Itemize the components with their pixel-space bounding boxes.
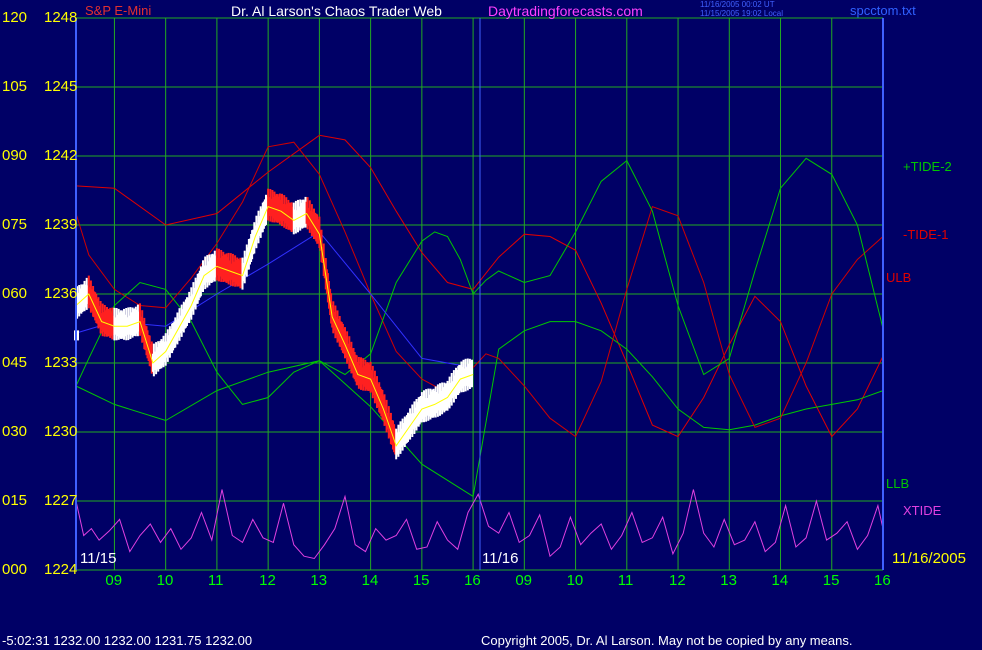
x-date-label-end: 11/16/2005 [892, 550, 966, 567]
x-tick-hour-15: 16 [874, 572, 891, 589]
file-name: spcctom.txt [850, 3, 916, 18]
x-tick-hour-2: 11 [207, 572, 224, 589]
y-tick-right-1236: 1236 [44, 285, 78, 302]
y-tick-right-1227: 1227 [44, 492, 78, 509]
x-tick-hour-6: 15 [412, 572, 430, 589]
timestamp-local: 11/15/2005 19:02 Local [700, 9, 784, 18]
y-tick-left-075: 075 [2, 216, 28, 233]
y-tick-left-030: 030 [2, 423, 28, 440]
cursor-readout: -5:02:31 1232.00 1232.00 1231.75 1232.00 [2, 633, 253, 648]
y-tick-right-1245: 1245 [44, 78, 78, 95]
y-tick-right-1242: 1242 [44, 147, 78, 164]
y-tick-right-1224: 1224 [44, 561, 78, 578]
y-tick-left-045: 045 [2, 354, 28, 371]
site-link[interactable]: Daytradingforecasts.com [488, 3, 643, 19]
y-tick-right-1239: 1239 [44, 216, 78, 233]
timestamp-ut: 11/16/2005 00:02 UT [700, 0, 775, 9]
x-tick-hour-8: 09 [515, 572, 533, 589]
y-tick-left-090: 090 [2, 147, 28, 164]
x-date-label-start: 11/15 [80, 550, 117, 567]
y-tick-left-120: 120 [2, 9, 28, 26]
series-label-llb: LLB [886, 476, 910, 491]
x-date-label-mid: 11/16 [482, 550, 519, 567]
y-tick-left-060: 060 [2, 285, 28, 302]
x-tick-hour-10: 11 [617, 572, 634, 589]
symbol-label: S&P E-Mini [85, 3, 152, 18]
x-tick-hour-7: 16 [464, 572, 481, 589]
y-tick-right-1248: 1248 [44, 9, 78, 26]
x-tick-hour-0: 09 [105, 572, 123, 589]
x-tick-hour-5: 14 [361, 572, 379, 589]
series-label-ulb: ULB [886, 270, 912, 285]
y-tick-right-1233: 1233 [44, 354, 78, 371]
x-tick-hour-1: 10 [156, 572, 174, 589]
copyright-text: Copyright 2005, Dr. Al Larson. May not b… [481, 633, 853, 648]
x-tick-hour-14: 15 [822, 572, 840, 589]
y-tick-right-1230: 1230 [44, 423, 78, 440]
x-tick-hour-13: 14 [771, 572, 789, 589]
x-tick-hour-12: 13 [720, 572, 737, 589]
x-tick-hour-3: 12 [259, 572, 276, 589]
series-label-xtide: XTIDE [903, 503, 942, 518]
x-tick-hour-9: 10 [566, 572, 584, 589]
series-label-tide-minus: -TIDE-1 [903, 227, 949, 242]
x-tick-hour-11: 12 [669, 572, 686, 589]
y-tick-left-000: 000 [2, 561, 28, 578]
series-label-tide-plus: +TIDE-2 [903, 159, 952, 174]
page-title: Dr. Al Larson's Chaos Trader Web [231, 3, 442, 19]
x-tick-hour-4: 13 [310, 572, 328, 589]
y-tick-left-105: 105 [2, 78, 28, 95]
y-tick-left-015: 015 [2, 492, 28, 509]
